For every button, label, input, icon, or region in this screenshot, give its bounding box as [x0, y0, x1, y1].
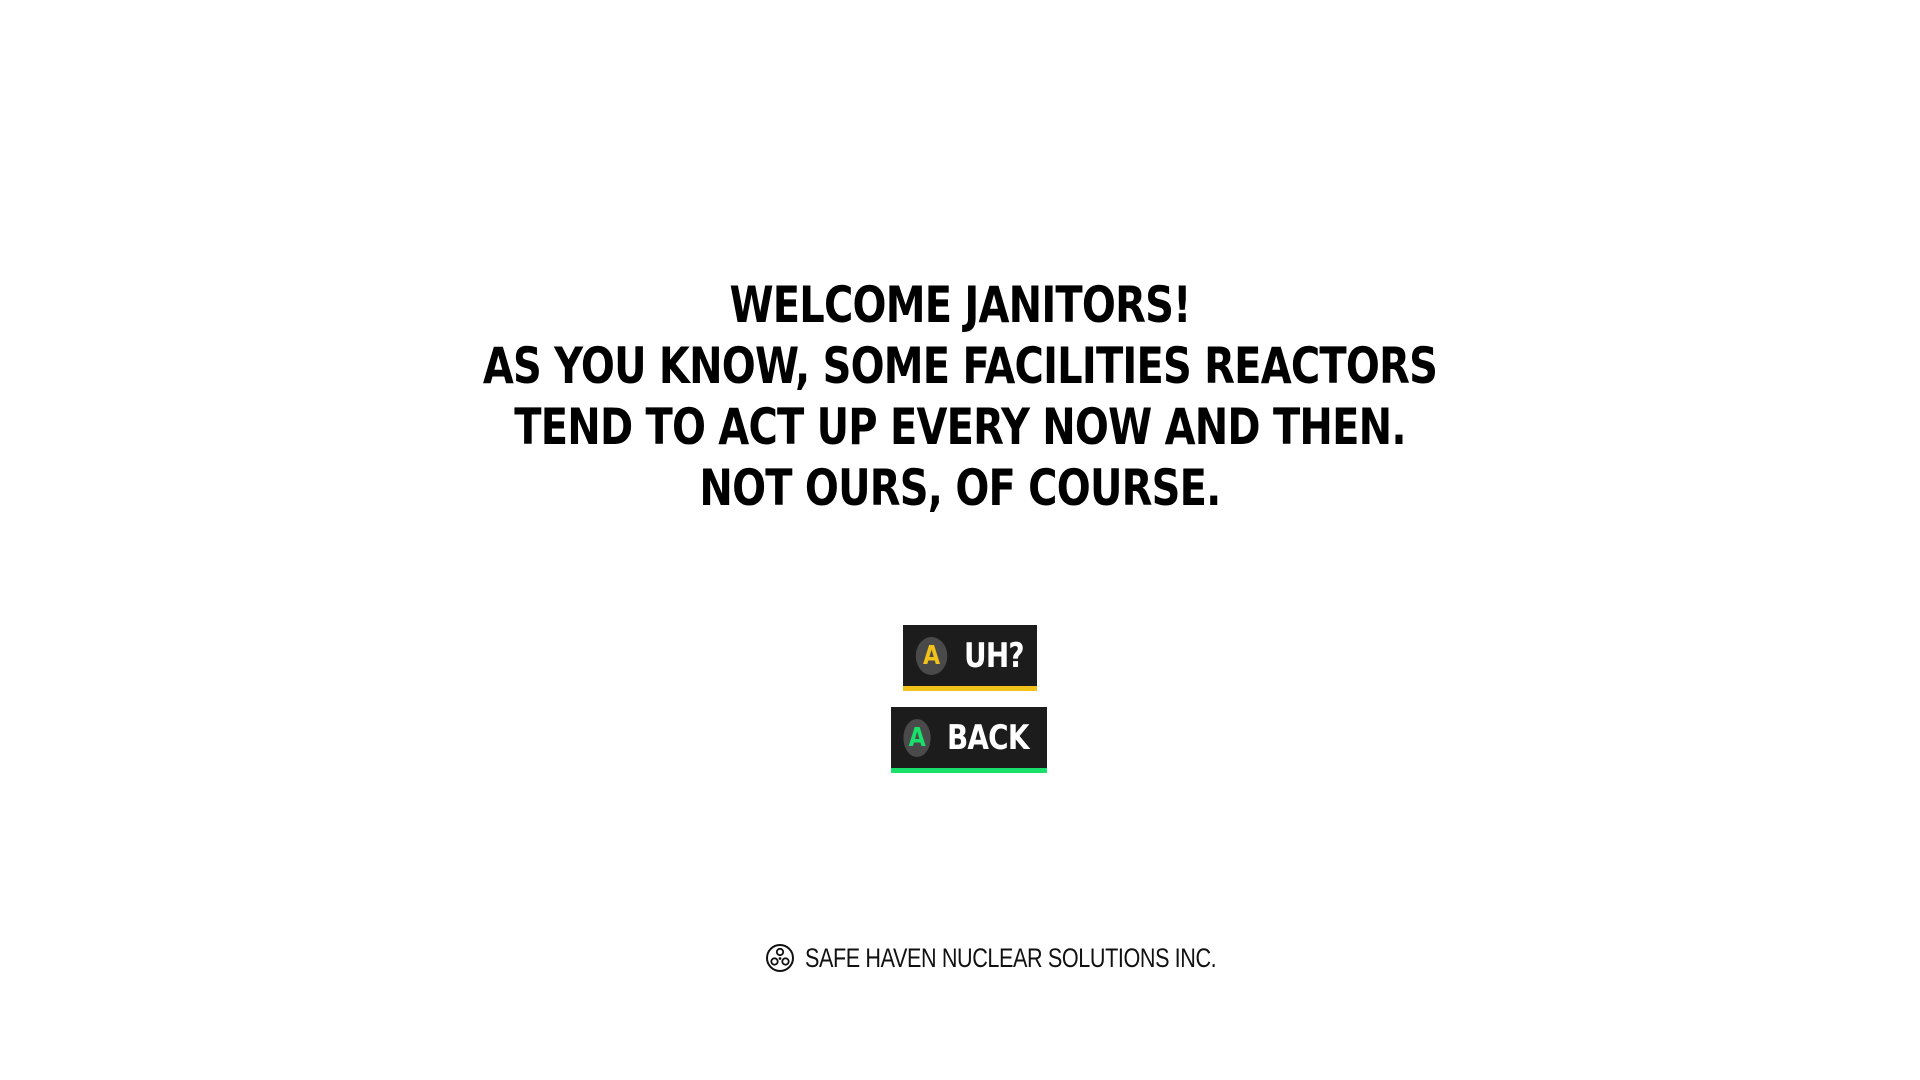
footer: SAFE HAVEN NUCLEAR SOLUTIONS INC. [0, 940, 1920, 976]
back-button-label: BACK [947, 717, 1030, 758]
dialog-message: WELCOME JANITORS! AS YOU KNOW, SOME FACI… [0, 275, 1920, 519]
radiation-logo-icon [766, 944, 794, 972]
dialog-line-3: TEND TO ACT UP EVERY NOW AND THEN. [514, 398, 1406, 456]
a-button-icon: A [903, 718, 932, 757]
uh-button-label: UH? [964, 635, 1025, 676]
dialog-line-2: AS YOU KNOW, SOME FACILITIES REACTORS [482, 337, 1438, 395]
company-name: SAFE HAVEN NUCLEAR SOLUTIONS INC. [805, 942, 1217, 973]
dialog-line-4: NOT OURS, OF COURSE. [699, 459, 1221, 517]
dialog-line-1: WELCOME JANITORS! [729, 276, 1191, 334]
a-button-icon: A [915, 636, 948, 675]
back-button[interactable]: A BACK [891, 707, 1047, 773]
uh-button[interactable]: A UH? [903, 625, 1037, 691]
footer-brand: SAFE HAVEN NUCLEAR SOLUTIONS INC. [765, 942, 1217, 974]
